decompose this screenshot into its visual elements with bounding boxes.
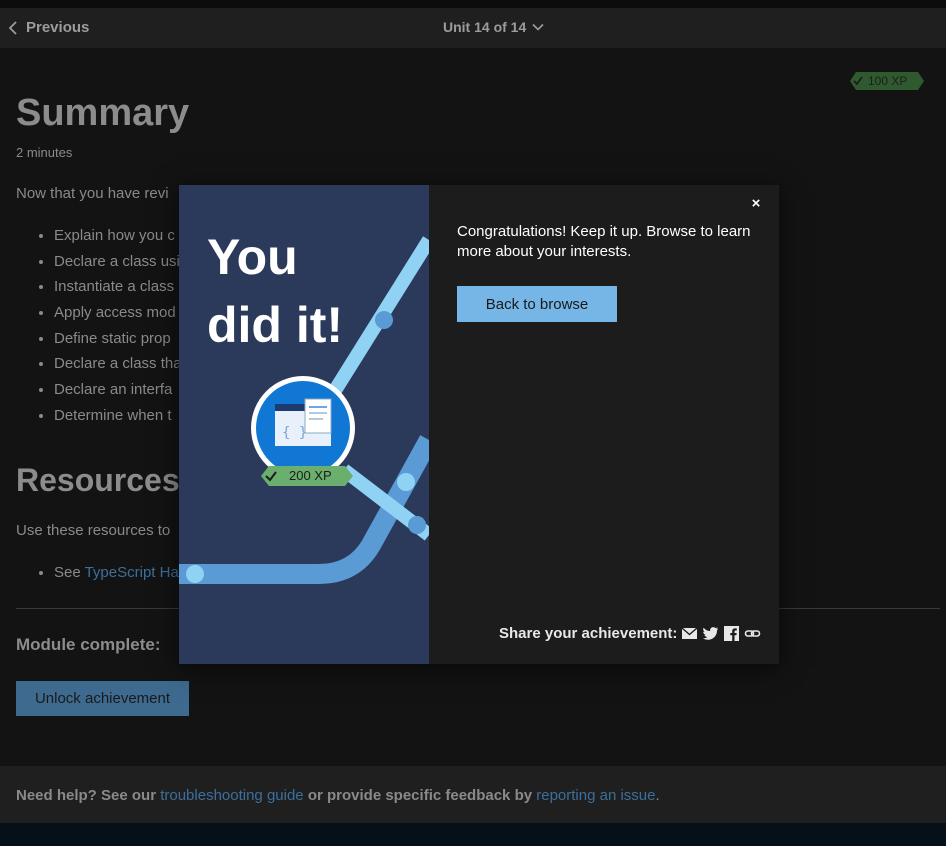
list-item: Declare a class tha — [54, 354, 182, 380]
mail-icon[interactable] — [681, 625, 698, 642]
resources-heading: Resources — [16, 462, 180, 498]
congratulations-message: Congratulations! Keep it up. Browse to l… — [457, 223, 751, 260]
achievement-modal: { } You did it! 200 XP × Congratulations… — [179, 185, 779, 664]
help-middle: or provide specific feedback by — [303, 787, 537, 804]
unit-selector[interactable]: Unit 14 of 14 — [443, 19, 544, 35]
help-suffix: . — [655, 787, 660, 804]
objectives-list: Explain how you c Declare a class usi In… — [16, 226, 182, 432]
xp-badge: 100 XP — [850, 72, 924, 90]
troubleshooting-guide-link[interactable]: troubleshooting guide — [160, 787, 303, 804]
resource-prefix: See — [54, 564, 85, 581]
help-prefix: Need help? See our — [16, 787, 161, 804]
list-item: Instantiate a class — [54, 277, 182, 303]
summary-intro: Now that you have revi — [16, 185, 169, 202]
list-item: Explain how you c — [54, 226, 182, 252]
resources-intro: Use these resources to — [16, 522, 171, 539]
share-achievement-row: Share your achievement: — [499, 625, 761, 642]
close-button[interactable]: × — [745, 193, 767, 215]
previous-label: Previous — [26, 19, 90, 36]
list-item: Declare a class usi — [54, 252, 182, 278]
list-item: Define static prop — [54, 329, 182, 355]
unit-navigation-bar: Previous Unit 14 of 14 — [0, 8, 946, 48]
list-item: Determine when t — [54, 406, 182, 432]
unit-duration: 2 minutes — [16, 145, 73, 160]
typescript-handbook-link[interactable]: TypeScript Ha — [85, 564, 179, 581]
twitter-icon[interactable] — [702, 625, 719, 642]
xp-badge-label: 100 XP — [868, 74, 908, 88]
you-did-it-headline: You did it! — [207, 223, 343, 359]
previous-link[interactable]: Previous — [8, 19, 89, 36]
svg-text:{ }: { } — [282, 425, 307, 441]
medal-xp-label: 200 XP — [289, 468, 332, 483]
list-item: Apply access mod — [54, 303, 182, 329]
link-icon[interactable] — [744, 625, 761, 642]
bottom-bar — [0, 823, 946, 846]
module-complete-label: Module complete: — [16, 635, 161, 654]
chevron-left-icon — [8, 20, 17, 35]
facebook-icon[interactable] — [723, 625, 740, 642]
help-footer: Need help? See our troubleshooting guide… — [0, 766, 946, 823]
resources-list: See TypeScript Ha — [16, 564, 179, 581]
help-text: Need help? See our troubleshooting guide… — [16, 787, 660, 804]
headline-line-1: You — [207, 229, 298, 285]
unlock-achievement-button[interactable]: Unlock achievement — [16, 681, 189, 716]
share-label: Share your achievement: — [499, 625, 678, 642]
page-title: Summary — [16, 92, 190, 134]
top-strip — [0, 0, 946, 8]
headline-line-2: did it! — [207, 297, 344, 353]
chevron-down-icon — [532, 23, 544, 31]
list-item: See TypeScript Ha — [54, 564, 179, 581]
report-issue-link[interactable]: reporting an issue — [536, 787, 655, 804]
medal-xp-badge: 200 XP — [261, 466, 353, 486]
unit-label: Unit 14 of 14 — [443, 19, 527, 35]
back-to-browse-button[interactable]: Back to browse — [457, 286, 617, 322]
list-item: Declare an interfa — [54, 380, 182, 406]
achievement-art-panel: { } You did it! 200 XP — [179, 185, 429, 664]
medal-icon: { } — [251, 376, 355, 480]
